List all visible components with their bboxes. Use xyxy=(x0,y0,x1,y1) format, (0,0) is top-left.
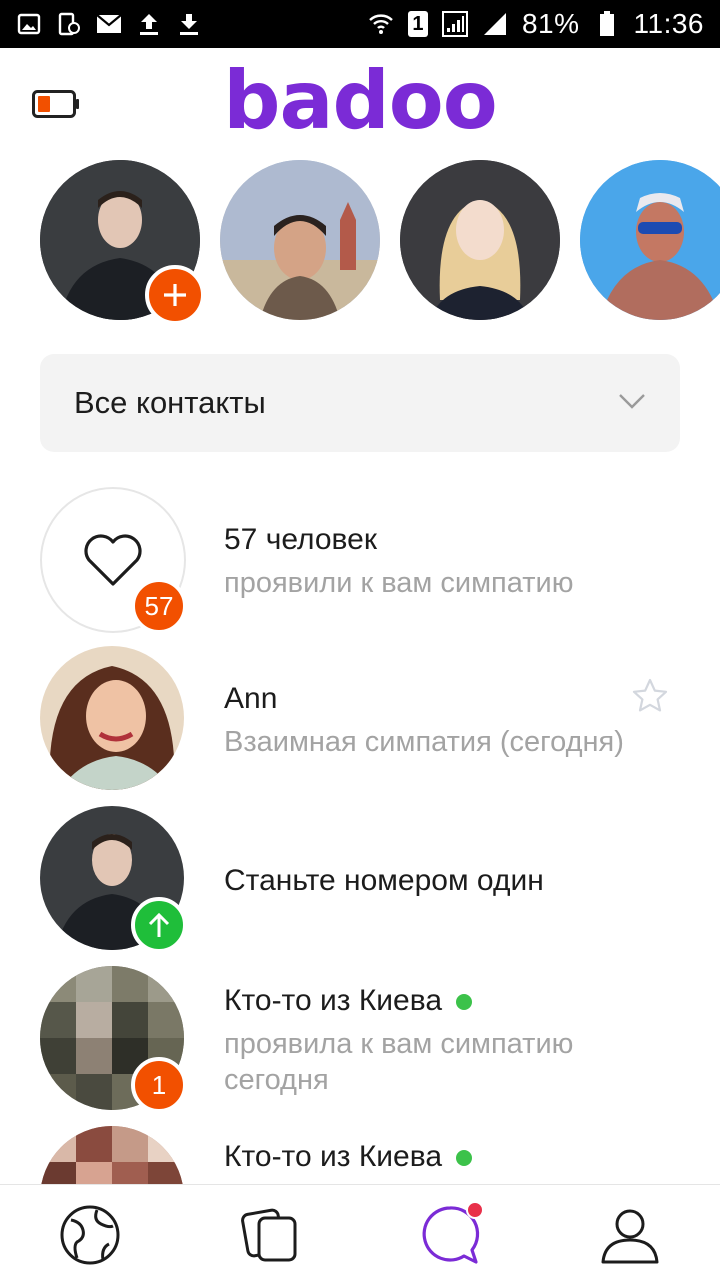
list-item-title: 57 человек xyxy=(224,523,377,556)
list-item-title-text: Кто-то из Киева xyxy=(224,1140,443,1173)
list-item-subtitle-time: сегодня xyxy=(224,1064,329,1096)
person-photo xyxy=(400,160,560,320)
star-icon[interactable] xyxy=(632,678,668,717)
person-photo xyxy=(580,160,720,320)
list-item-likes[interactable]: 57 57 человек проявили к вам симпатию xyxy=(0,487,720,637)
story-avatar[interactable] xyxy=(220,160,380,320)
stories-row xyxy=(0,160,720,320)
nav-encounters[interactable] xyxy=(58,1203,122,1267)
list-item-title: Станьте номером один xyxy=(224,864,544,897)
clock: 11:36 xyxy=(633,8,704,39)
blurred-photo xyxy=(40,1126,184,1184)
list-item-subtitle: проявили к вам симпатию xyxy=(224,567,574,599)
arrow-up-icon xyxy=(148,912,170,937)
online-indicator xyxy=(456,994,473,1011)
profile-icon xyxy=(601,1209,659,1264)
list-item-kyiv[interactable]: 1 Кто-то из Киева проявила к вам симпати… xyxy=(0,966,720,1126)
sim-icon: 1 xyxy=(407,11,428,37)
list-item-title: Кто-то из Киева xyxy=(224,984,473,1018)
download-icon xyxy=(176,11,202,37)
contacts-filter-dropdown[interactable]: Все контакты xyxy=(40,354,680,452)
list-item-kyiv-2[interactable]: Кто-то из Киева xyxy=(0,1126,720,1184)
nav-profile[interactable] xyxy=(598,1203,662,1267)
new-count-badge: 1 xyxy=(131,1057,187,1113)
upload-icon xyxy=(136,11,162,37)
story-avatar[interactable] xyxy=(400,160,560,320)
list-item-subtitle: проявила к вам симпатию xyxy=(224,1028,574,1060)
bottom-navigation xyxy=(0,1184,720,1281)
person-photo xyxy=(220,160,380,320)
wifi-icon xyxy=(368,11,394,37)
chat-notification-dot xyxy=(466,1201,484,1219)
badoo-logo: badoo xyxy=(223,54,497,147)
avatar xyxy=(40,646,184,790)
filter-label: Все контакты xyxy=(74,385,266,420)
list-item-promo[interactable]: Станьте номером один xyxy=(0,806,720,956)
mail-icon xyxy=(96,11,122,37)
sim-label: 1 xyxy=(412,12,424,35)
likes-count-badge: 57 xyxy=(131,578,187,634)
add-story-button[interactable] xyxy=(145,265,205,325)
avatar-blurred xyxy=(40,1126,184,1184)
signal-box-icon xyxy=(441,11,468,37)
plus-icon xyxy=(164,284,186,306)
app-header: badoo xyxy=(0,48,720,158)
signal-icon xyxy=(482,11,508,37)
list-item-title-text: Кто-то из Киева xyxy=(224,984,443,1017)
story-avatar[interactable] xyxy=(580,160,720,320)
person-photo xyxy=(40,646,184,790)
status-bar: 1 81% 11:36 xyxy=(0,0,720,48)
chevron-down-icon xyxy=(618,392,646,415)
globe-icon xyxy=(60,1205,120,1265)
battery-percent: 81% xyxy=(521,8,580,39)
list-item-title: Ann xyxy=(224,682,278,715)
cards-icon xyxy=(241,1208,297,1262)
list-item-ann[interactable]: Ann Взаимная симпатия (сегодня) xyxy=(0,646,720,796)
nav-cards[interactable] xyxy=(238,1203,302,1267)
list-item-subtitle: Взаимная симпатия (сегодня) xyxy=(224,726,624,758)
heart-icon xyxy=(84,534,142,586)
boost-badge xyxy=(131,897,187,953)
list-item-title: Кто-то из Киева xyxy=(224,1140,473,1174)
gallery-icon xyxy=(16,11,42,37)
online-indicator xyxy=(456,1150,473,1167)
calendar-alarm-icon xyxy=(56,11,82,37)
battery-icon xyxy=(594,11,620,37)
